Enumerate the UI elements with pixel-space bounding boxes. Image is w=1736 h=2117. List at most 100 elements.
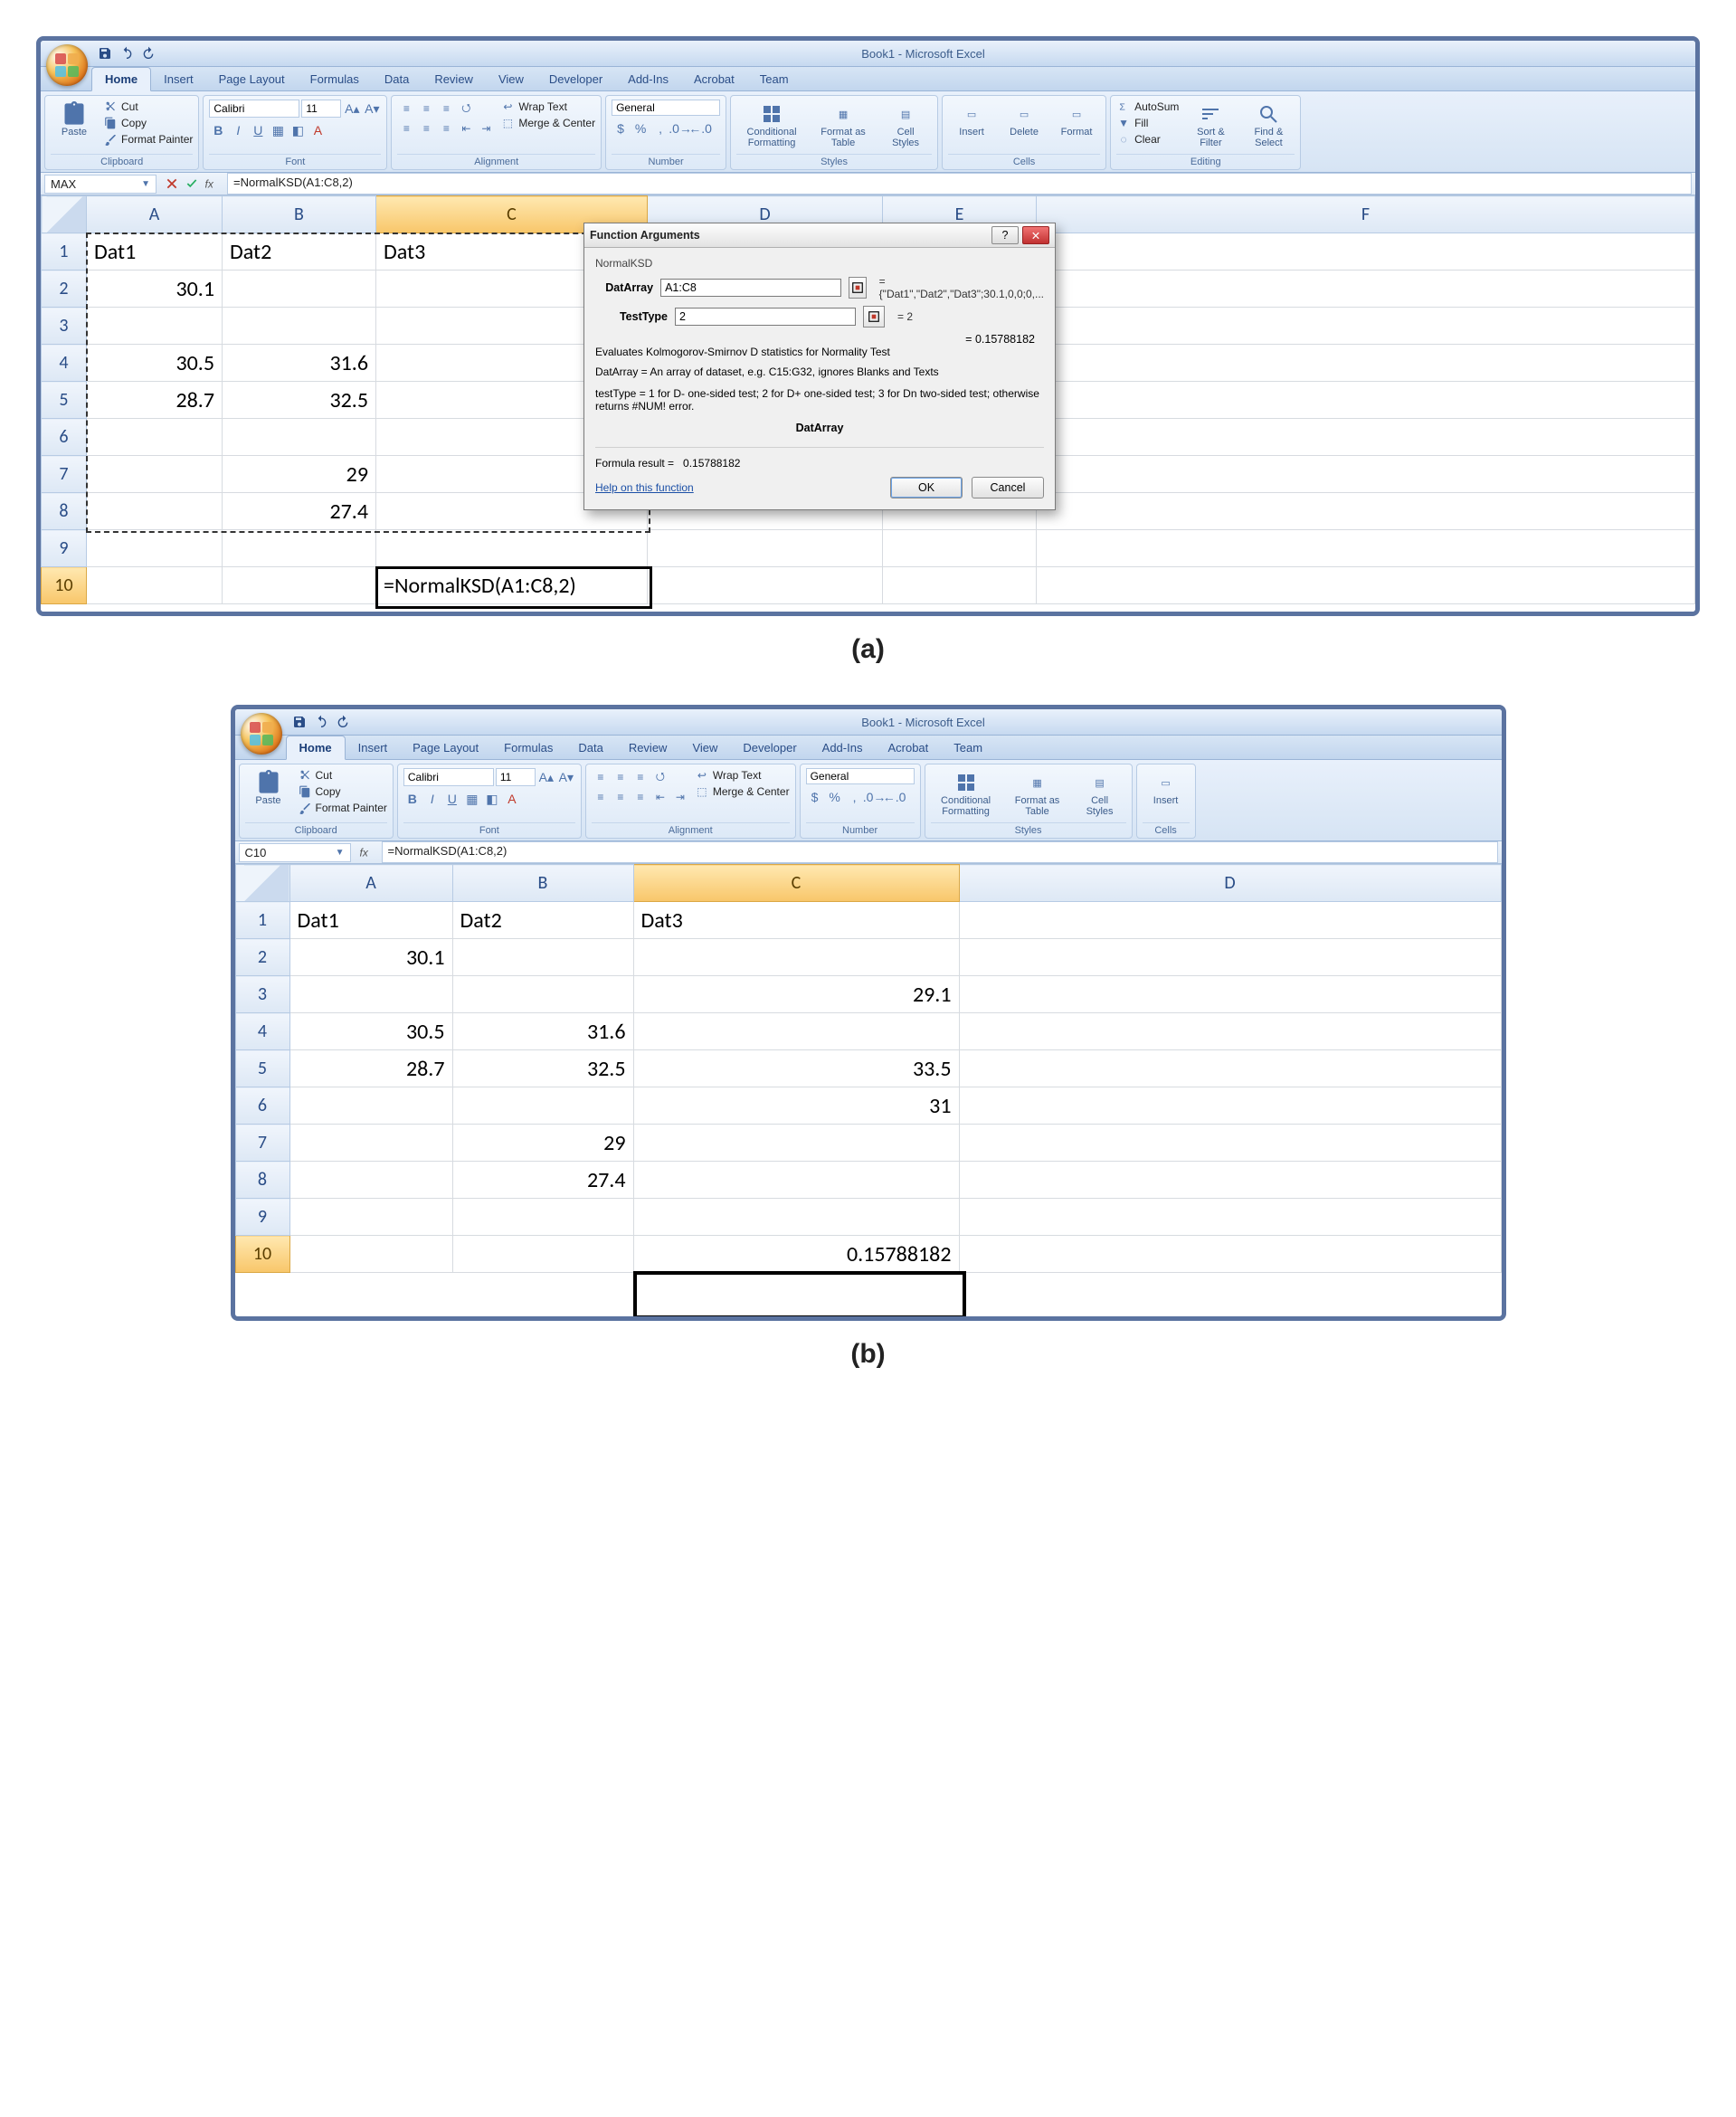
cell-A5[interactable]: 28.7 [289, 1050, 452, 1087]
underline-icon[interactable]: U [249, 121, 267, 139]
cell-styles-button[interactable]: ▤Cell Styles [1074, 768, 1126, 819]
row-header-7[interactable]: 7 [235, 1125, 289, 1162]
cell-A3[interactable] [87, 308, 223, 345]
ribbon-tab-acrobat[interactable]: Acrobat [681, 68, 747, 90]
align-bottom-icon[interactable]: ≡ [631, 768, 650, 786]
ribbon-tab-developer[interactable]: Developer [730, 736, 809, 759]
cell-B3[interactable] [452, 976, 633, 1013]
worksheet-grid[interactable]: A B C D E F 1 Dat1 Dat2 Dat3 2 30.1 3 29… [41, 195, 1695, 612]
paste-button[interactable]: Paste [245, 768, 292, 808]
cut-button[interactable]: Cut [298, 768, 387, 783]
cell-F3[interactable] [1037, 308, 1695, 345]
save-icon[interactable] [291, 714, 308, 730]
orientation-icon[interactable]: ⭯ [457, 100, 475, 118]
format-as-table-button[interactable]: ▦Format as Table [1007, 768, 1068, 819]
percent-icon[interactable]: % [631, 119, 650, 138]
cell-B8[interactable]: 27.4 [452, 1162, 633, 1199]
orientation-icon[interactable]: ⭯ [651, 768, 669, 786]
cell-B5[interactable]: 32.5 [452, 1050, 633, 1087]
ribbon-tab-formulas[interactable]: Formulas [491, 736, 565, 759]
format-painter-button[interactable]: Format Painter [103, 132, 193, 147]
clear-button[interactable]: ◌Clear [1116, 132, 1179, 147]
cell-A1[interactable]: Dat1 [87, 233, 223, 271]
cell-A9[interactable] [87, 530, 223, 567]
cell-A7[interactable] [87, 456, 223, 493]
ribbon-tab-home[interactable]: Home [91, 67, 151, 91]
row-header-5[interactable]: 5 [42, 382, 87, 419]
font-color-icon[interactable]: A [503, 790, 521, 808]
ribbon-tab-view[interactable]: View [486, 68, 536, 90]
cell-D10[interactable] [648, 567, 883, 604]
cell-D3[interactable] [959, 976, 1501, 1013]
align-left-icon[interactable]: ≡ [592, 788, 610, 806]
cell-B6[interactable] [223, 419, 376, 456]
format-cells-button[interactable]: ▭Format [1053, 100, 1100, 139]
ribbon-tab-team[interactable]: Team [941, 736, 995, 759]
cell-D5[interactable] [959, 1050, 1501, 1087]
formula-input[interactable]: =NormalKSD(A1:C8,2) [382, 841, 1498, 863]
cell-D2[interactable] [959, 939, 1501, 976]
increase-font-icon[interactable]: A▴ [343, 100, 361, 118]
cell-B8[interactable]: 27.4 [223, 493, 376, 530]
font-color-icon[interactable]: A [308, 121, 327, 139]
fx-icon[interactable] [204, 176, 220, 192]
cell-A4[interactable]: 30.5 [289, 1013, 452, 1050]
cell-A10[interactable] [87, 567, 223, 604]
arg2-input[interactable] [675, 308, 856, 326]
cell-styles-button[interactable]: ▤Cell Styles [879, 100, 932, 150]
cell-F1[interactable] [1037, 233, 1695, 271]
ribbon-tab-team[interactable]: Team [747, 68, 802, 90]
col-header-F[interactable]: F [1037, 196, 1695, 233]
cell-A2[interactable]: 30.1 [289, 939, 452, 976]
enter-formula-icon[interactable] [184, 176, 200, 192]
number-format-select[interactable] [612, 100, 720, 116]
cell-D1[interactable] [959, 902, 1501, 939]
increase-decimal-icon[interactable]: .0→ [671, 119, 689, 138]
cell-E10[interactable] [883, 567, 1037, 604]
cell-B5[interactable]: 32.5 [223, 382, 376, 419]
ribbon-tab-formulas[interactable]: Formulas [298, 68, 372, 90]
cell-A10[interactable] [289, 1236, 452, 1273]
cell-A1[interactable]: Dat1 [289, 902, 452, 939]
delete-cells-button[interactable]: ▭Delete [1001, 100, 1048, 139]
underline-icon[interactable]: U [443, 790, 461, 808]
row-header-4[interactable]: 4 [235, 1013, 289, 1050]
cell-C10[interactable]: 0.15788182 [633, 1236, 959, 1273]
cell-A7[interactable] [289, 1125, 452, 1162]
formula-input[interactable]: =NormalKSD(A1:C8,2) [227, 173, 1692, 195]
cell-B4[interactable]: 31.6 [452, 1013, 633, 1050]
wrap-text-button[interactable]: ↩Wrap Text [500, 100, 595, 114]
sort-filter-button[interactable]: Sort & Filter [1184, 100, 1237, 150]
decrease-indent-icon[interactable]: ⇤ [651, 788, 669, 806]
row-header-6[interactable]: 6 [42, 419, 87, 456]
cell-A2[interactable]: 30.1 [87, 271, 223, 308]
undo-icon[interactable] [119, 45, 135, 62]
cell-C10[interactable]: =NormalKSD(A1:C8,2) [376, 567, 648, 604]
cell-B9[interactable] [452, 1199, 633, 1236]
name-box[interactable]: C10 ▼ [239, 843, 351, 862]
merge-center-button[interactable]: ⬚Merge & Center [500, 116, 595, 130]
font-size-select[interactable] [301, 100, 341, 118]
dialog-cancel-button[interactable]: Cancel [972, 477, 1044, 498]
percent-icon[interactable]: % [826, 788, 844, 806]
cell-D8[interactable] [959, 1162, 1501, 1199]
row-header-3[interactable]: 3 [235, 976, 289, 1013]
cell-D9[interactable] [959, 1199, 1501, 1236]
cancel-formula-icon[interactable] [164, 176, 180, 192]
font-name-select[interactable] [403, 768, 494, 786]
align-bottom-icon[interactable]: ≡ [437, 100, 455, 118]
cell-F9[interactable] [1037, 530, 1695, 567]
border-icon[interactable]: ▦ [463, 790, 481, 808]
align-top-icon[interactable]: ≡ [397, 100, 415, 118]
cell-A8[interactable] [289, 1162, 452, 1199]
cell-F10[interactable] [1037, 567, 1695, 604]
italic-icon[interactable]: I [423, 790, 441, 808]
row-header-5[interactable]: 5 [235, 1050, 289, 1087]
conditional-formatting-button[interactable]: Conditional Formatting [931, 768, 1001, 819]
border-icon[interactable]: ▦ [269, 121, 287, 139]
bold-icon[interactable]: B [209, 121, 227, 139]
ribbon-tab-insert[interactable]: Insert [346, 736, 401, 759]
cell-B9[interactable] [223, 530, 376, 567]
cell-B10[interactable] [452, 1236, 633, 1273]
align-top-icon[interactable]: ≡ [592, 768, 610, 786]
